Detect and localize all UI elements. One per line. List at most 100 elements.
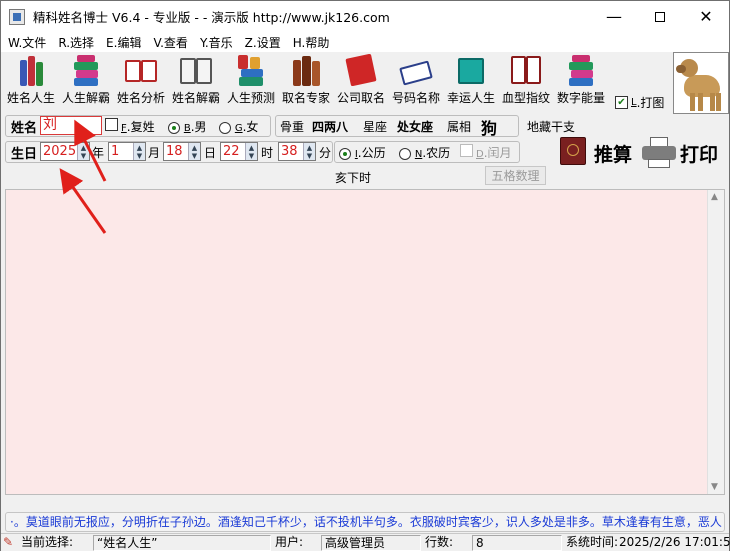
current-selection-value: “姓名人生” xyxy=(93,535,271,551)
scroll-down-icon[interactable]: ▼ xyxy=(711,482,718,492)
print-photo-checkbox[interactable]: ✔ L .打图 xyxy=(615,94,664,111)
vertical-scrollbar[interactable]: ▲ ▼ xyxy=(707,190,724,494)
five-grid-button[interactable]: 五格数理 xyxy=(485,166,546,185)
toolbar: 姓名人生 人生解霸 姓名分析 姓名解霸 人生预测 取名专家 公司取名 号码名称 … xyxy=(1,52,729,114)
compound-surname-checkbox[interactable]: F.复姓 xyxy=(105,118,155,135)
leap-month-checkbox[interactable]: D.闰月 xyxy=(460,144,512,161)
menu-file[interactable]: W.文件 xyxy=(1,34,52,51)
open-book-icon xyxy=(509,54,543,86)
print-button[interactable]: 打印 xyxy=(680,140,718,167)
teal-book-icon xyxy=(454,54,488,86)
year-spinner[interactable]: 2025 ▲ ▼ xyxy=(40,142,90,161)
title-bar: 精科姓名博士 V6.4 - 专业版 - - 演示版 http://www.jk1… xyxy=(1,1,729,32)
red-book-icon xyxy=(344,53,378,87)
year-unit: 年 xyxy=(92,146,105,160)
surname-input[interactable]: 刘 xyxy=(40,116,102,135)
open-book-icon xyxy=(399,54,433,86)
minimize-button[interactable]: — xyxy=(591,1,637,32)
lunar-calendar-radio[interactable]: N.农历 xyxy=(399,144,450,161)
spin-arrows-icon[interactable]: ▲ ▼ xyxy=(245,143,257,160)
hidden-stems-label: 地藏干支 xyxy=(527,120,576,134)
tool-label: 姓名解霸 xyxy=(171,91,220,105)
books-icon xyxy=(14,54,48,86)
app-icon xyxy=(9,8,25,25)
calculate-button[interactable]: 推算 xyxy=(594,140,632,167)
calculate-book-icon[interactable] xyxy=(558,135,590,167)
printer-icon[interactable] xyxy=(642,137,678,169)
books-stack-icon xyxy=(234,54,268,86)
constellation-value: 处女座 xyxy=(397,120,434,134)
day-spinner[interactable]: 18 ▲ ▼ xyxy=(163,142,201,161)
row-count-label: 行数: xyxy=(425,535,454,549)
tool-name-master[interactable]: 姓名解霸 xyxy=(168,54,224,106)
gender-female-radio[interactable]: G.女 xyxy=(219,118,258,135)
books-stack-icon xyxy=(564,54,598,86)
menu-view[interactable]: V.查看 xyxy=(147,34,193,51)
spin-arrows-icon[interactable]: ▲ ▼ xyxy=(303,143,315,160)
tool-naming-expert[interactable]: 取名专家 xyxy=(278,54,334,106)
books-icon xyxy=(289,54,323,86)
minute-value: 38 xyxy=(281,144,298,159)
result-text-area[interactable]: ▲ ▼ xyxy=(5,189,725,495)
close-button[interactable]: ✕ xyxy=(683,1,729,32)
tool-label: 人生预测 xyxy=(226,91,275,105)
spin-arrows-icon[interactable]: ▲ ▼ xyxy=(188,143,200,160)
status-bar: ✎ 当前选择: “姓名人生” 用户: 高级管理员 行数: 8 系统时间: 202… xyxy=(1,533,730,551)
radio-icon xyxy=(399,147,411,160)
menu-bar: W.文件 R.选择 E.编辑 V.查看 Y.音乐 Z.设置 H.帮助 xyxy=(1,32,729,52)
tool-life-forecast[interactable]: 人生预测 xyxy=(223,54,279,106)
menu-music[interactable]: Y.音乐 xyxy=(194,34,239,51)
tool-number-name[interactable]: 号码名称 xyxy=(388,54,444,106)
hour-value: 22 xyxy=(223,144,240,159)
leap-checkbox-box xyxy=(460,144,473,157)
tool-label: 取名专家 xyxy=(281,91,330,105)
zodiac-label: 属相 xyxy=(447,120,472,134)
scroll-up-icon[interactable]: ▲ xyxy=(711,192,718,202)
spin-arrows-icon[interactable]: ▲ ▼ xyxy=(77,143,89,160)
tool-life-master[interactable]: 人生解霸 xyxy=(58,54,114,106)
pencil-icon: ✎ xyxy=(3,535,14,549)
month-spinner[interactable]: 1 ▲ ▼ xyxy=(108,142,146,161)
name-row: 姓名 刘 F.复姓 B.男 G.女 骨重 四两八 星座 处女座 属相 狗 地藏干… xyxy=(1,115,729,139)
minute-spinner[interactable]: 38 ▲ ▼ xyxy=(278,142,316,161)
menu-edit[interactable]: E.编辑 xyxy=(100,34,147,51)
spin-arrows-icon[interactable]: ▲ ▼ xyxy=(133,143,145,160)
tool-blood-fingerprint[interactable]: 血型指纹 xyxy=(498,54,554,106)
tool-label: 姓名人生 xyxy=(6,91,55,105)
tool-label: 血型指纹 xyxy=(501,91,550,105)
tool-label: 人生解霸 xyxy=(61,91,110,105)
menu-help[interactable]: H.帮助 xyxy=(287,34,336,51)
tool-name-life[interactable]: 姓名人生 xyxy=(3,54,59,106)
radio-icon xyxy=(219,121,231,134)
bone-weight-value: 四两八 xyxy=(312,120,349,134)
hour-spinner[interactable]: 22 ▲ ▼ xyxy=(220,142,258,161)
tool-number-energy[interactable]: 数字能量 xyxy=(553,54,609,106)
open-book-gray-icon xyxy=(179,54,213,86)
gender-male-radio[interactable]: B.男 xyxy=(168,118,207,135)
system-time-label: 系统时间: xyxy=(566,535,619,549)
tool-label: 公司取名 xyxy=(336,91,385,105)
tool-label: 姓名分析 xyxy=(116,91,165,105)
menu-settings[interactable]: Z.设置 xyxy=(239,34,287,51)
current-selection-label: 当前选择: xyxy=(21,535,74,549)
hour-unit: 时 xyxy=(261,146,274,160)
menu-select[interactable]: R.选择 xyxy=(52,34,100,51)
zodiac-dog-image xyxy=(673,52,729,114)
tool-company-naming[interactable]: 公司取名 xyxy=(333,53,389,106)
month-unit: 月 xyxy=(148,146,161,160)
day-unit: 日 xyxy=(204,146,217,160)
app-window: 精科姓名博士 V6.4 - 专业版 - - 演示版 http://www.jk1… xyxy=(0,0,730,551)
user-value: 高级管理员 xyxy=(321,535,421,551)
tool-lucky-life[interactable]: 幸运人生 xyxy=(443,54,499,106)
month-value: 1 xyxy=(111,144,120,159)
books-stack-icon xyxy=(69,54,103,86)
day-value: 18 xyxy=(166,144,183,159)
print-photo-label: .打图 xyxy=(636,96,665,110)
minute-unit: 分 xyxy=(319,146,332,160)
solar-calendar-radio[interactable]: I.公历 xyxy=(339,144,386,161)
window-title: 精科姓名博士 V6.4 - 专业版 - - 演示版 http://www.jk1… xyxy=(33,10,390,25)
birthday-label: 生日 xyxy=(11,147,38,162)
user-label: 用户: xyxy=(275,535,304,549)
maximize-button[interactable] xyxy=(637,1,683,32)
tool-name-analysis[interactable]: 姓名分析 xyxy=(113,54,169,106)
